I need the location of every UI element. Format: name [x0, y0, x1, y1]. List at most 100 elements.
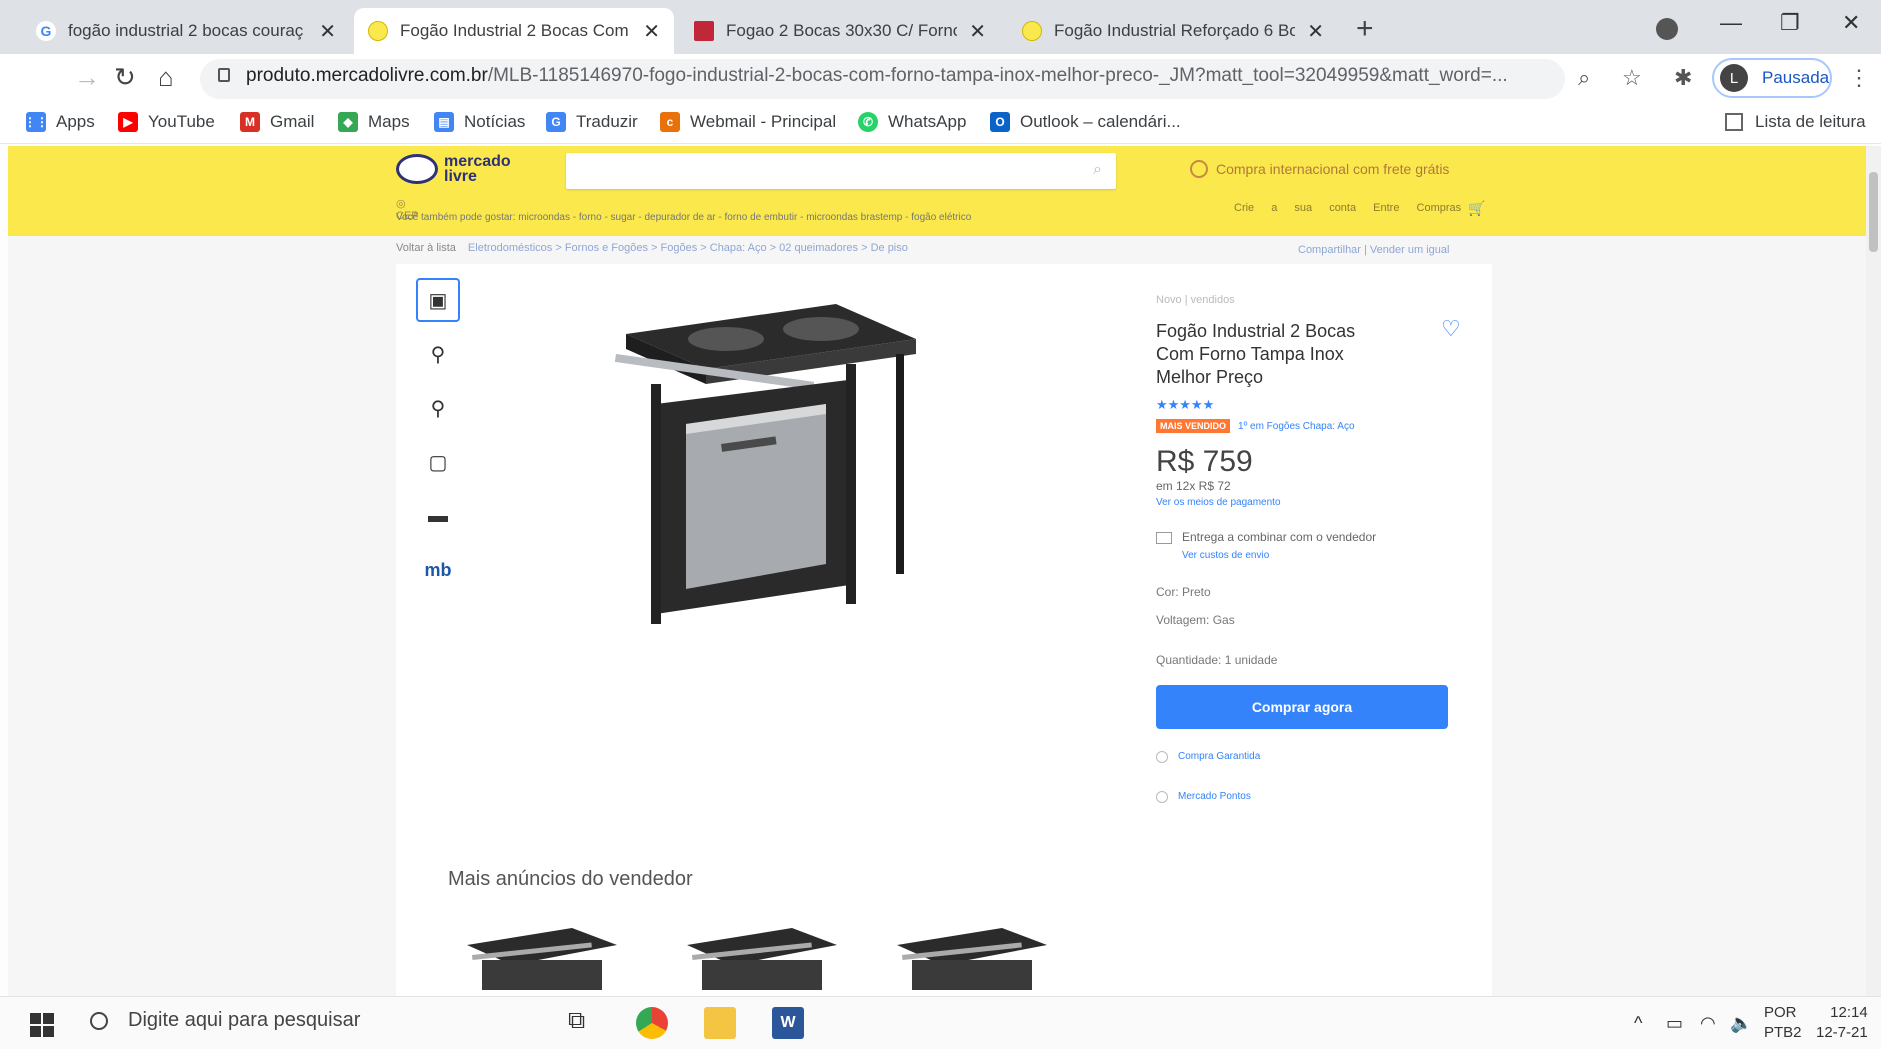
- bookmark-webmail[interactable]: c Webmail - Principal: [660, 112, 836, 132]
- bookmark-gmail[interactable]: M Gmail: [240, 112, 314, 132]
- bookmark-whatsapp[interactable]: ✆ WhatsApp: [858, 112, 966, 132]
- extensions-icon[interactable]: ✱: [1674, 65, 1692, 91]
- installments: em 12x R$ 72: [1156, 479, 1231, 493]
- browser-toolbar: → ↻ ⌂ produto.mercadolivre.com.br/MLB-11…: [0, 54, 1881, 104]
- perk-compra-garantida[interactable]: Compra Garantida: [1156, 751, 1456, 763]
- best-seller-row: MAIS VENDIDO 1º em Fogões Chapa: Aço: [1156, 419, 1456, 433]
- tab-mercadolivre-product[interactable]: Fogão Industrial 2 Bocas Com F ✕: [354, 8, 674, 54]
- close-icon[interactable]: ✕: [1307, 19, 1324, 44]
- close-window-button[interactable]: ✕: [1842, 10, 1860, 36]
- thumbnail-stove[interactable]: ▣: [416, 278, 460, 322]
- globe-icon: [1190, 160, 1208, 178]
- youtube-icon: ▶: [118, 112, 138, 132]
- product-info: Novo | vendidos Fogão Industrial 2 Bocas…: [1156, 294, 1461, 803]
- bookmark-star-icon[interactable]: ☆: [1622, 65, 1642, 91]
- taskbar-search[interactable]: Digite aqui para pesquisar: [90, 1009, 360, 1032]
- url-text[interactable]: produto.mercadolivre.com.br/MLB-11851469…: [246, 65, 1556, 87]
- mercadolivre-logo[interactable]: mercado livre: [396, 154, 511, 185]
- product-image[interactable]: [596, 294, 936, 634]
- menu-icon[interactable]: ⋮: [1848, 65, 1870, 91]
- best-seller-category[interactable]: 1º em Fogões Chapa: Aço: [1238, 421, 1355, 432]
- file-explorer-icon[interactable]: [704, 1007, 736, 1039]
- news-icon: ▤: [434, 112, 454, 132]
- voltage-attribute: Voltagem: Gas: [1156, 613, 1235, 627]
- international-promo[interactable]: Compra internacional com frete grátis: [1190, 160, 1449, 178]
- favorite-heart-icon[interactable]: ♡: [1441, 316, 1461, 342]
- ml-search-input[interactable]: ⌕: [566, 153, 1116, 189]
- tab-google-search[interactable]: G fogão industrial 2 bocas couraç ✕: [22, 8, 350, 54]
- thumbnail-valve[interactable]: ⚲: [416, 332, 460, 376]
- outlook-icon: O: [990, 112, 1010, 132]
- scrollbar-thumb[interactable]: [1869, 172, 1878, 252]
- bookmark-outlook[interactable]: O Outlook – calendári...: [990, 112, 1181, 132]
- volume-icon[interactable]: 🔈: [1730, 1013, 1752, 1034]
- forward-icon[interactable]: →: [74, 62, 100, 93]
- bookmark-maps[interactable]: ◆ Maps: [338, 112, 410, 132]
- shipping-info: Entrega a combinar com o vendedor: [1156, 530, 1456, 544]
- close-icon[interactable]: ✕: [643, 19, 660, 44]
- share-links[interactable]: Compartilhar | Vender um igual: [1298, 244, 1449, 256]
- minimize-button[interactable]: —: [1720, 10, 1742, 36]
- payment-methods-link[interactable]: Ver os meios de pagamento: [1156, 497, 1456, 508]
- apps-grid-icon: ⋮⋮: [24, 112, 48, 132]
- reload-icon[interactable]: ↻: [114, 62, 136, 93]
- chevron-up-icon[interactable]: ^: [1634, 1013, 1642, 1034]
- clock[interactable]: 12:14 12-7-21: [1816, 1003, 1868, 1043]
- trophy-icon: [1156, 791, 1168, 803]
- reading-list-button[interactable]: Lista de leitura: [1725, 112, 1866, 132]
- web-content: mercado livre ⌕ Compra internacional com …: [8, 146, 1866, 996]
- language-indicator[interactable]: POR PTB2: [1764, 1003, 1802, 1043]
- battery-icon[interactable]: ▭: [1666, 1013, 1683, 1034]
- profile-status: Pausada: [1762, 68, 1830, 87]
- condition-sold: Novo | vendidos: [1156, 294, 1235, 306]
- tab-search-icon[interactable]: [1656, 18, 1678, 40]
- bookmark-traduzir[interactable]: G Traduzir: [546, 112, 638, 132]
- user-nav[interactable]: Crie a sua conta Entre Compras: [1234, 202, 1461, 214]
- tab-fogao-reforcado[interactable]: Fogão Industrial Reforçado 6 Bo ✕: [1008, 8, 1338, 54]
- thumbnail-brand-logo[interactable]: mb: [416, 548, 460, 592]
- close-icon[interactable]: ✕: [969, 19, 986, 44]
- close-icon[interactable]: ✕: [319, 19, 336, 44]
- chrome-icon[interactable]: [636, 1007, 668, 1039]
- buy-now-button[interactable]: Comprar agora: [1156, 685, 1448, 729]
- bookmark-noticias[interactable]: ▤ Notícias: [434, 112, 525, 132]
- store-icon: [694, 21, 714, 41]
- thumbnail-burner[interactable]: ▬: [416, 494, 460, 538]
- profile-button[interactable]: L Pausada: [1712, 58, 1832, 98]
- thumbnail-valve-2[interactable]: ⚲: [416, 386, 460, 430]
- tab-title: Fogão Industrial 2 Bocas Com F: [400, 21, 632, 40]
- word-icon[interactable]: W: [772, 1007, 804, 1039]
- bookmark-apps[interactable]: ⋮⋮ Apps: [24, 112, 95, 132]
- listing-thumbnail[interactable]: [682, 920, 842, 990]
- gmail-icon: M: [240, 112, 260, 132]
- avatar: L: [1720, 64, 1748, 92]
- search-icon: [90, 1011, 108, 1030]
- new-tab-button[interactable]: +: [1356, 12, 1374, 46]
- search-icon[interactable]: ⌕: [1093, 161, 1102, 179]
- quantity-selector[interactable]: Quantidade: 1 unidade: [1156, 653, 1456, 667]
- thumbnail-grate[interactable]: ▢: [416, 440, 460, 484]
- cart-icon[interactable]: 🛒: [1468, 200, 1485, 217]
- bookmarks-bar: ⋮⋮ Apps ▶ YouTube M Gmail ◆ Maps ▤ Notícias G…: [0, 104, 1881, 144]
- shipping-cost-link[interactable]: Ver custos de envio: [1182, 550, 1456, 561]
- lock-icon[interactable]: [218, 68, 230, 82]
- tab-fogao-30x30[interactable]: Fogao 2 Bocas 30x30 C/ Forno ✕: [680, 8, 1000, 54]
- tab-strip: G fogão industrial 2 bocas couraç ✕ Fogã…: [0, 0, 1881, 54]
- maps-icon: ◆: [338, 112, 358, 132]
- page-scrollbar[interactable]: [1866, 146, 1881, 996]
- bookmark-youtube[interactable]: ▶ YouTube: [118, 112, 215, 132]
- rating-stars[interactable]: ★★★★★: [1156, 397, 1456, 413]
- breadcrumb[interactable]: Voltar à lista Eletrodomésticos > Fornos …: [396, 242, 908, 254]
- perk-mercado-pontos[interactable]: Mercado Pontos: [1156, 791, 1456, 803]
- mercadolivre-icon: [1022, 21, 1042, 41]
- task-view-icon[interactable]: ⧉: [568, 1007, 600, 1039]
- home-icon[interactable]: ⌂: [158, 62, 174, 93]
- listing-thumbnail[interactable]: [462, 920, 622, 990]
- listing-thumbnail[interactable]: [892, 920, 1052, 990]
- wifi-icon[interactable]: ◠: [1700, 1013, 1716, 1034]
- restore-button[interactable]: ❐: [1780, 10, 1800, 36]
- zoom-icon[interactable]: ⌕: [1578, 65, 1590, 91]
- suggestions[interactable]: Você também pode gostar: microondas - fo…: [396, 212, 971, 223]
- windows-start-icon[interactable]: [30, 1013, 54, 1037]
- reading-list-icon: [1725, 113, 1743, 131]
